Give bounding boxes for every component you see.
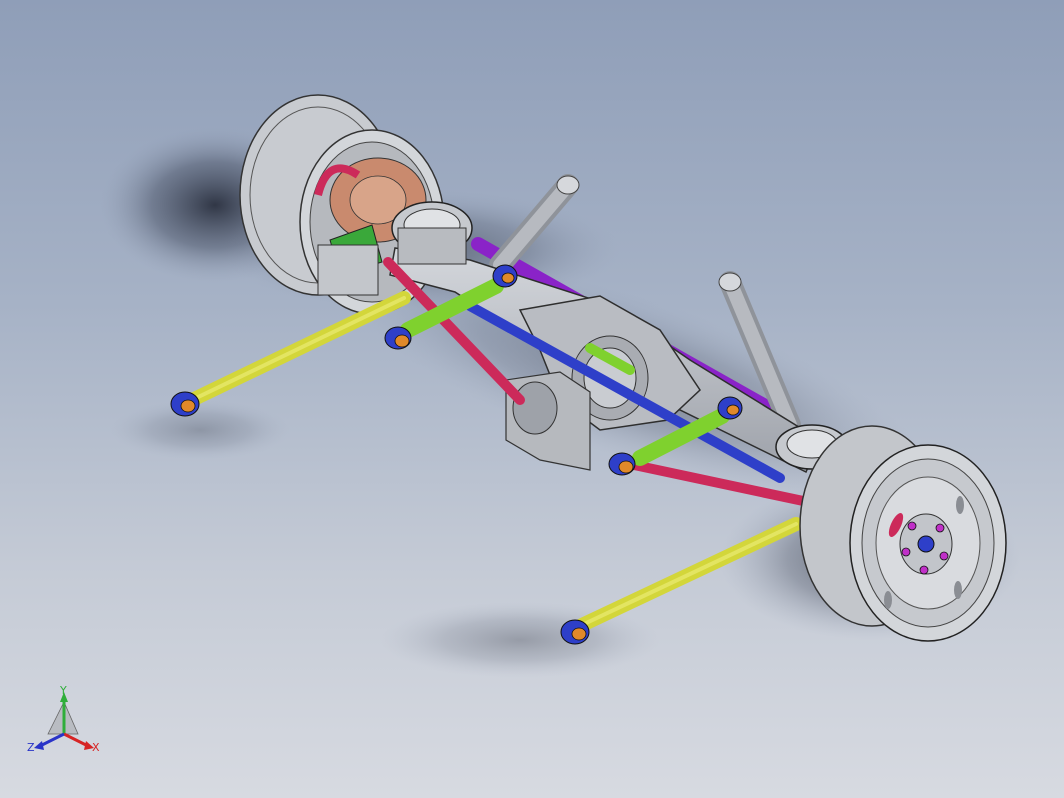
- y-axis-label: Y: [59, 684, 67, 697]
- 3d-viewport[interactable]: [0, 0, 1064, 798]
- axis-triad: Y X Z: [27, 684, 100, 754]
- right-wheel[interactable]: [799, 425, 1007, 642]
- z-axis-label: Z: [27, 741, 35, 754]
- x-axis-label: X: [92, 741, 100, 754]
